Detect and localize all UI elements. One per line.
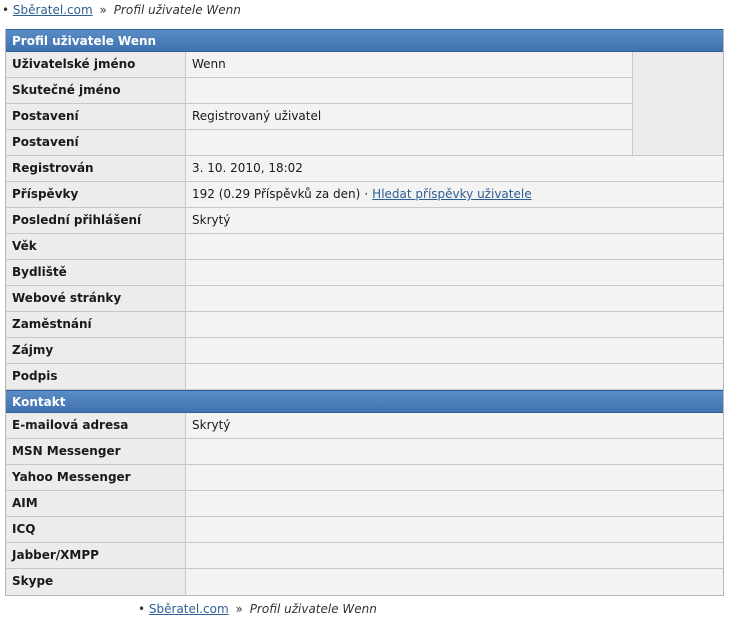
breadcrumb-top: • Sběratel.com » Profil uživatele Wenn — [2, 3, 241, 17]
row-value — [186, 260, 723, 285]
contact-section-header: Kontakt — [6, 390, 723, 413]
breadcrumb-separator: » — [99, 3, 107, 17]
row-label: Podpis — [6, 364, 186, 389]
row-label: AIM — [6, 491, 186, 516]
row-value — [186, 234, 723, 259]
search-posts-link[interactable]: Hledat příspěvky uživatele — [372, 187, 531, 201]
profile-table: Profil uživatele Wenn Uživatelské jméno … — [5, 29, 724, 596]
contact-row: MSN Messenger — [6, 439, 723, 465]
row-value — [186, 286, 723, 311]
profile-row: Postavení — [6, 130, 632, 156]
row-label: MSN Messenger — [6, 439, 186, 464]
profile-row: Zaměstnání — [6, 312, 723, 338]
profile-row: Skutečné jméno — [6, 78, 632, 104]
row-value — [186, 78, 632, 103]
row-value — [186, 338, 723, 363]
profile-row: Bydliště — [6, 260, 723, 286]
breadcrumb-current: Profil uživatele Wenn — [113, 3, 241, 17]
row-label: Postavení — [6, 104, 186, 129]
contact-row: AIM — [6, 491, 723, 517]
profile-row: Poslední přihlášení Skrytý — [6, 208, 723, 234]
row-value — [186, 364, 723, 389]
row-label: Webové stránky — [6, 286, 186, 311]
row-label: Yahoo Messenger — [6, 465, 186, 490]
profile-row: Webové stránky — [6, 286, 723, 312]
row-value: Wenn — [186, 52, 632, 77]
row-label: Skype — [6, 569, 186, 595]
row-value-posts: 192 (0.29 Příspěvků za den) · Hledat přísp… — [186, 182, 723, 207]
profile-row: Příspěvky 192 (0.29 Příspěvků za den) · Hl… — [6, 182, 723, 208]
row-value — [186, 130, 632, 155]
profile-top-block: Uživatelské jméno Wenn Skutečné jméno Po… — [6, 52, 723, 156]
row-value: Registrovaný uživatel — [186, 104, 632, 129]
row-value — [186, 543, 723, 568]
row-value — [186, 491, 723, 516]
contact-row: Yahoo Messenger — [6, 465, 723, 491]
row-value — [186, 569, 723, 595]
row-label: E-mailová adresa — [6, 413, 186, 438]
breadcrumb-separator: » — [235, 602, 243, 616]
breadcrumb-current: Profil uživatele Wenn — [249, 602, 377, 616]
row-label: Postavení — [6, 130, 186, 155]
row-value — [186, 312, 723, 337]
avatar — [632, 52, 723, 156]
row-label: Uživatelské jméno — [6, 52, 186, 77]
breadcrumb-home-link[interactable]: Sběratel.com — [149, 602, 229, 616]
breadcrumb-bullet: • — [138, 602, 146, 616]
row-label: Bydliště — [6, 260, 186, 285]
row-value: 3. 10. 2010, 18:02 — [186, 156, 723, 181]
posts-separator: · — [364, 187, 369, 201]
contact-row: ICQ — [6, 517, 723, 543]
row-value: Skrytý — [186, 413, 723, 438]
profile-row: Uživatelské jméno Wenn — [6, 52, 632, 78]
row-value — [186, 465, 723, 490]
profile-row: Registrován 3. 10. 2010, 18:02 — [6, 156, 723, 182]
row-label: ICQ — [6, 517, 186, 542]
contact-row: Jabber/XMPP — [6, 543, 723, 569]
row-label: Jabber/XMPP — [6, 543, 186, 568]
contact-row: E-mailová adresa Skrytý — [6, 413, 723, 439]
row-label: Zaměstnání — [6, 312, 186, 337]
profile-row: Podpis — [6, 364, 723, 390]
row-label: Registrován — [6, 156, 186, 181]
row-label: Věk — [6, 234, 186, 259]
row-value: Skrytý — [186, 208, 723, 233]
row-label: Skutečné jméno — [6, 78, 186, 103]
profile-row: Věk — [6, 234, 723, 260]
row-label: Poslední přihlášení — [6, 208, 186, 233]
breadcrumb-home-link[interactable]: Sběratel.com — [13, 3, 93, 17]
breadcrumb-bottom: • Sběratel.com » Profil uživatele Wenn — [138, 602, 377, 616]
row-value — [186, 517, 723, 542]
profile-section-header: Profil uživatele Wenn — [6, 29, 723, 52]
row-label: Příspěvky — [6, 182, 186, 207]
row-label: Zájmy — [6, 338, 186, 363]
profile-row: Postavení Registrovaný uživatel — [6, 104, 632, 130]
contact-row: Skype — [6, 569, 723, 595]
row-value — [186, 439, 723, 464]
breadcrumb-bullet: • — [2, 3, 10, 17]
profile-row: Zájmy — [6, 338, 723, 364]
posts-count: 192 (0.29 Příspěvků za den) — [192, 187, 361, 201]
